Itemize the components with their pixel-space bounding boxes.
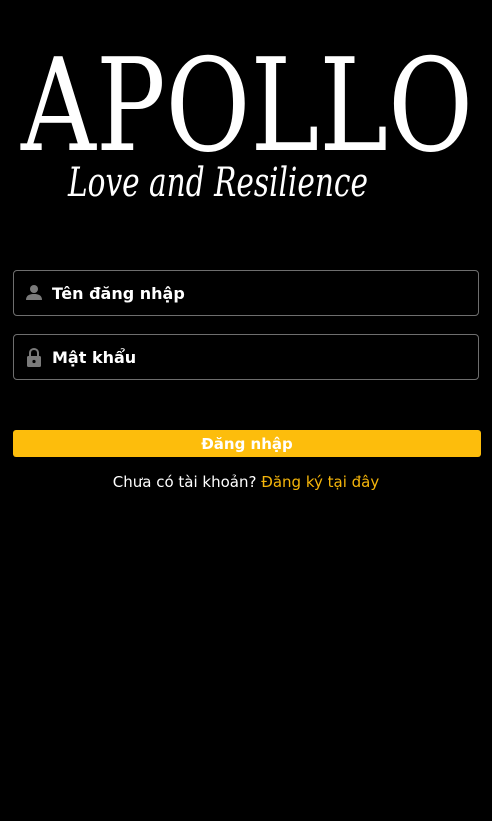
lock-icon bbox=[27, 347, 41, 367]
register-prompt: Chưa có tài khoản? bbox=[112, 473, 257, 491]
password-input[interactable] bbox=[52, 335, 472, 379]
username-input[interactable] bbox=[52, 271, 472, 315]
person-icon bbox=[26, 285, 42, 300]
apollo-logo: APOLLO Love and Resilience bbox=[20, 34, 473, 204]
password-field[interactable] bbox=[13, 334, 479, 380]
login-button[interactable]: Đăng nhập bbox=[13, 430, 481, 457]
login-page: APOLLO Love and Resilience Đăng nhập Chư… bbox=[0, 0, 492, 821]
logo-tagline: Love and Resilience bbox=[67, 160, 368, 204]
register-row: Chưa có tài khoản? Đăng ký tại đây bbox=[0, 473, 492, 491]
username-field[interactable] bbox=[13, 270, 479, 316]
register-link[interactable]: Đăng ký tại đây bbox=[261, 473, 379, 491]
logo-title: APOLLO bbox=[20, 34, 473, 181]
